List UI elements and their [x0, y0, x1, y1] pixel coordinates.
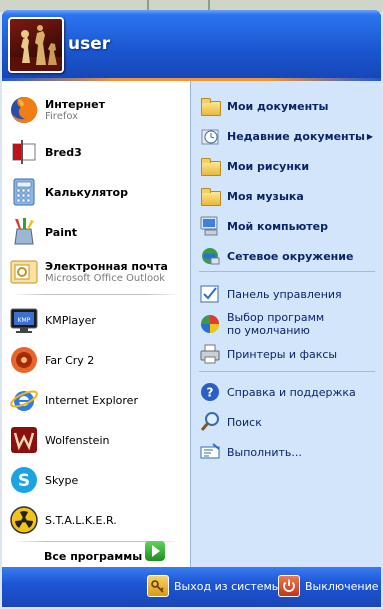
logoff-button[interactable]: Выход из системы	[147, 575, 280, 597]
places-pane: Мои документы Недавние документы ▶ Мои р…	[190, 81, 381, 567]
place-label: Мои документы	[227, 99, 329, 113]
place-my-music[interactable]: Моя музыка	[199, 185, 377, 207]
all-programs-button[interactable]: Все программы	[44, 550, 142, 563]
pinned-item-title: Bred3	[45, 145, 82, 159]
pinned-item-title: Электронная почта	[45, 259, 168, 273]
pinned-item-calculator[interactable]: Калькулятор	[9, 177, 185, 207]
recent-item-skype[interactable]: S Skype	[9, 465, 185, 495]
recent-item-wolfenstein[interactable]: Wolfenstein	[9, 425, 185, 455]
svg-text:KMP: KMP	[18, 317, 31, 324]
skype-icon: S	[9, 465, 39, 495]
recent-item-label: Internet Explorer	[45, 393, 138, 407]
place-label: Мой компьютер	[227, 219, 329, 233]
farcry2-icon	[9, 345, 39, 375]
system-label: Выбор программ по умолчанию	[227, 311, 325, 337]
pinned-item-title: Paint	[45, 225, 78, 239]
control-panel-icon	[199, 283, 221, 305]
chess-pieces-icon	[10, 25, 62, 71]
recent-item-ie[interactable]: Internet Explorer	[9, 385, 185, 415]
place-my-computer[interactable]: Мой компьютер	[199, 215, 377, 237]
logoff-key-icon	[147, 575, 169, 597]
firefox-icon	[9, 95, 39, 125]
recent-item-label: Wolfenstein	[45, 433, 110, 447]
printer-icon	[199, 343, 221, 365]
place-label: Сетевое окружение	[227, 249, 354, 263]
help-label: Справка и поддержка	[227, 385, 356, 399]
bred3-icon	[9, 137, 39, 167]
run-icon	[199, 441, 221, 463]
system-printers[interactable]: Принтеры и факсы	[199, 343, 377, 365]
logoff-label: Выход из системы	[174, 579, 281, 593]
default-programs-icon	[199, 313, 221, 335]
paint-icon	[9, 217, 39, 247]
system-default-programs[interactable]: Выбор программ по умолчанию	[199, 311, 377, 337]
header-glow	[2, 10, 381, 15]
internet-explorer-icon	[9, 385, 39, 415]
recent-item-kmplayer[interactable]: KMP KMPlayer	[9, 305, 185, 335]
svg-text:S: S	[18, 471, 30, 491]
pinned-item-title: Калькулятор	[45, 185, 128, 199]
submenu-arrow-icon: ▶	[366, 131, 373, 141]
pinned-recent-separator	[12, 294, 180, 295]
pinned-item-email[interactable]: Электронная почта Microsoft Office Outloo…	[9, 257, 185, 287]
start-menu-header: user	[2, 10, 381, 78]
help-run[interactable]: Выполнить...	[199, 441, 377, 463]
search-icon	[199, 411, 221, 433]
recent-item-label: Skype	[45, 473, 79, 487]
folder-music-icon	[199, 185, 221, 207]
computer-icon	[199, 215, 221, 237]
recent-item-label: S.T.A.L.K.E.R.	[45, 513, 117, 527]
pinned-item-bred3[interactable]: Bred3	[9, 137, 185, 167]
user-avatar[interactable]	[8, 17, 64, 73]
recent-item-label: KMPlayer	[45, 313, 96, 327]
pinned-item-subtitle: Firefox	[45, 110, 79, 122]
calculator-icon	[9, 177, 39, 207]
recent-item-label: Far Cry 2	[45, 353, 95, 367]
recent-documents-icon	[199, 125, 221, 147]
recent-item-farcry2[interactable]: Far Cry 2	[9, 345, 185, 375]
place-network[interactable]: Сетевое окружение	[199, 245, 377, 267]
places-system-separator	[199, 271, 375, 272]
help-icon: ?	[199, 381, 221, 403]
help-label: Поиск	[227, 415, 262, 429]
pinned-item-title: Интернет	[45, 97, 105, 111]
system-label: Принтеры и факсы	[227, 347, 338, 361]
stalker-radiation-icon	[9, 505, 39, 535]
pinned-item-internet[interactable]: Интернет Firefox	[9, 95, 185, 125]
help-label: Выполнить...	[227, 445, 302, 459]
recent-item-stalker[interactable]: S.T.A.L.K.E.R.	[9, 505, 185, 535]
pinned-item-subtitle: Microsoft Office Outlook	[45, 272, 165, 284]
programs-pane: Интернет Firefox Bred3 Калькулятор Paint…	[2, 81, 190, 567]
user-name: user	[68, 34, 111, 54]
start-menu: user Интернет Firefox Bred3 Калькулятор …	[2, 10, 381, 607]
wolfenstein-icon	[9, 425, 39, 455]
pinned-item-paint[interactable]: Paint	[9, 217, 185, 247]
kmplayer-icon: KMP	[9, 305, 39, 335]
place-my-documents[interactable]: Мои документы	[199, 95, 377, 117]
place-label: Мои рисунки	[227, 159, 310, 173]
network-icon	[199, 245, 221, 267]
system-control-panel[interactable]: Панель управления	[199, 283, 377, 305]
place-label: Моя музыка	[227, 189, 304, 203]
start-menu-footer: Выход из системы Выключение	[2, 567, 381, 607]
place-my-pictures[interactable]: Мои рисунки	[199, 155, 377, 177]
svg-text:?: ?	[207, 386, 214, 400]
system-label: Панель управления	[227, 287, 342, 301]
green-arrow-icon[interactable]	[145, 541, 165, 561]
folder-documents-icon	[199, 95, 221, 117]
help-search[interactable]: Поиск	[199, 411, 377, 433]
place-label: Недавние документы	[227, 129, 365, 143]
place-recent-documents[interactable]: Недавние документы ▶	[199, 125, 377, 147]
system-help-separator	[199, 371, 375, 372]
help-support[interactable]: ? Справка и поддержка	[199, 381, 377, 403]
folder-pictures-icon	[199, 155, 221, 177]
outlook-icon	[9, 257, 39, 287]
shutdown-label: Выключение	[305, 579, 379, 593]
shutdown-button[interactable]: Выключение	[278, 575, 379, 597]
power-icon	[278, 575, 300, 597]
